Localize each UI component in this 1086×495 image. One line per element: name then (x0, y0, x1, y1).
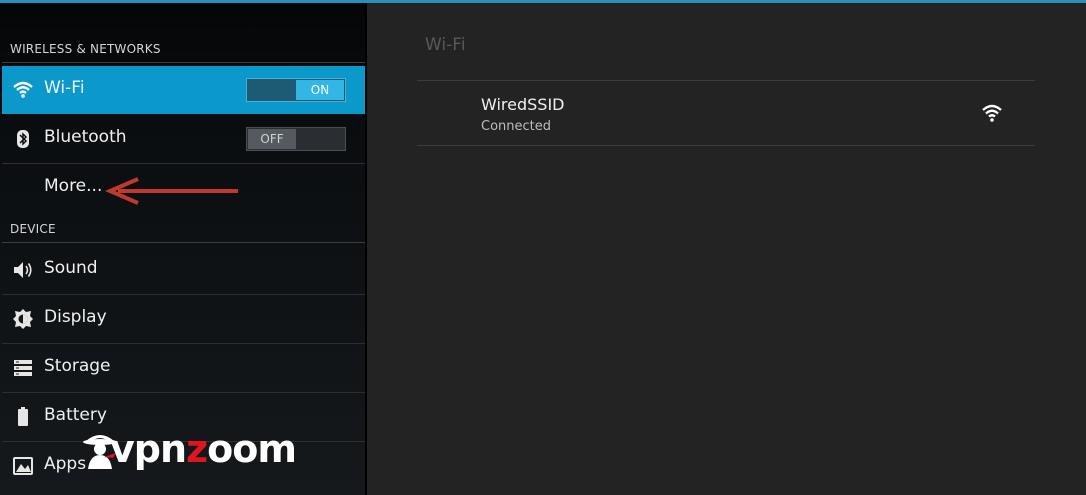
vpnzoom-watermark: vpnzoom (80, 425, 300, 475)
apps-icon (13, 457, 33, 475)
sidebar-item-bluetooth[interactable]: Bluetooth OFF (2, 115, 365, 163)
wifi-icon (13, 81, 33, 98)
sidebar-item-display[interactable]: Display (2, 295, 365, 343)
sidebar-item-label: Sound (44, 258, 98, 278)
watermark-text: vpnzoom (110, 427, 297, 471)
sidebar-item-label: More... (44, 176, 103, 196)
red-arrow-icon (104, 177, 238, 205)
sidebar-item-storage[interactable]: Storage (2, 344, 365, 392)
network-ssid: WiredSSID (481, 95, 565, 114)
storage-icon (14, 360, 32, 376)
sidebar-item-wifi[interactable]: Wi-Fi ON (2, 66, 365, 114)
list-divider (417, 145, 1035, 146)
panel-title: Wi-Fi (425, 35, 466, 55)
section-header-device: DEVICE (10, 222, 56, 236)
sidebar-item-sound[interactable]: Sound (2, 246, 365, 294)
sidebar-item-label: Bluetooth (44, 127, 127, 147)
wifi-toggle[interactable]: ON (246, 78, 346, 102)
title-divider (417, 80, 1035, 81)
sidebar-item-label: Display (44, 307, 107, 327)
brightness-icon (13, 309, 33, 329)
sidebar-item-label: Wi-Fi (44, 78, 85, 98)
bluetooth-icon (17, 130, 29, 148)
section-divider (2, 62, 365, 63)
network-status: Connected (481, 119, 552, 134)
settings-sidebar: WIRELESS & NETWORKS Wi-Fi ON Bluetooth O… (0, 3, 365, 495)
section-header-wireless: WIRELESS & NETWORKS (10, 42, 161, 56)
wifi-signal-icon (982, 104, 1002, 122)
battery-icon (18, 407, 28, 426)
section-divider (2, 242, 365, 243)
speaker-icon (14, 262, 32, 278)
toggle-state: OFF (248, 129, 296, 149)
top-accent-line (0, 0, 1086, 3)
toggle-state: ON (296, 80, 344, 100)
bluetooth-toggle[interactable]: OFF (246, 127, 346, 151)
sidebar-item-label: Storage (44, 356, 111, 376)
sidebar-item-label: Battery (44, 405, 107, 425)
wifi-detail-panel: Wi-Fi WiredSSID Connected (367, 3, 1086, 495)
